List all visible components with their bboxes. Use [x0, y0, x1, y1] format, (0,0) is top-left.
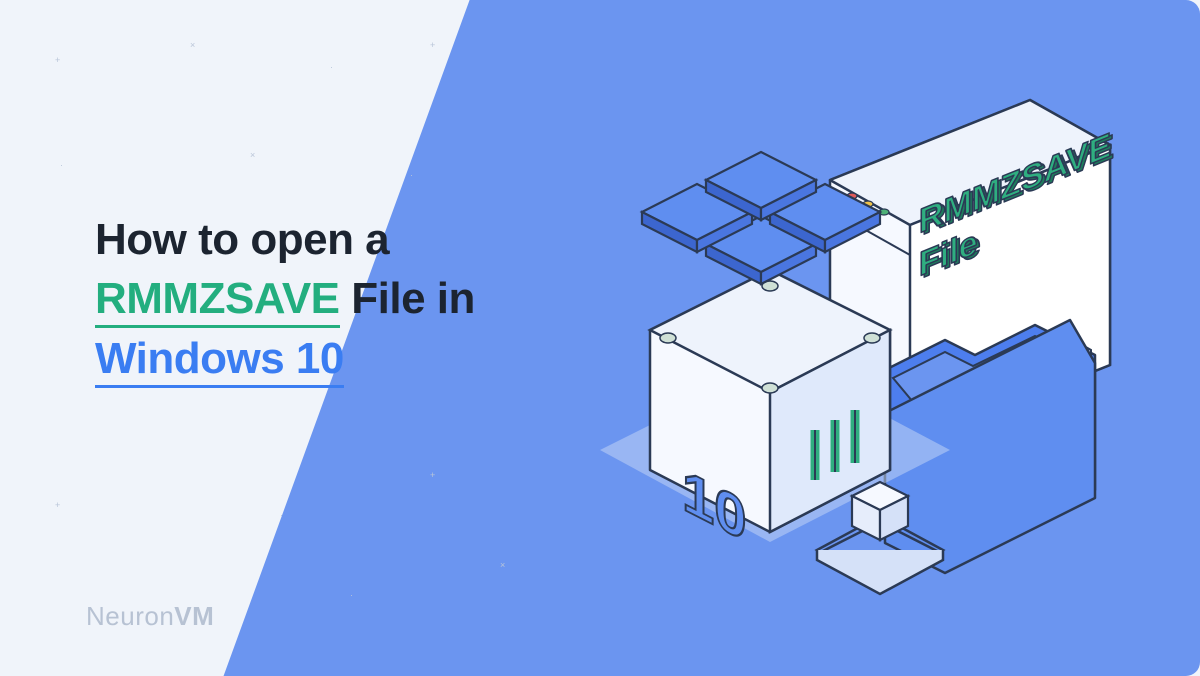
- headline-highlight-rmmzsave: RMMZSAVE: [95, 274, 340, 328]
- headline-part2: File in: [351, 274, 475, 323]
- hero-illustration: RMMZSAVE RMMZSAVE File File: [570, 80, 1130, 600]
- brand-logo: NeuronVM: [86, 601, 214, 632]
- headline-part1: How to open a: [95, 215, 389, 264]
- page-title: How to open a RMMZSAVE File in Windows 1…: [95, 210, 575, 388]
- brand-name-bold: VM: [174, 601, 214, 631]
- brand-name-light: Neuron: [86, 601, 174, 631]
- headline-highlight-windows10: Windows 10: [95, 334, 344, 388]
